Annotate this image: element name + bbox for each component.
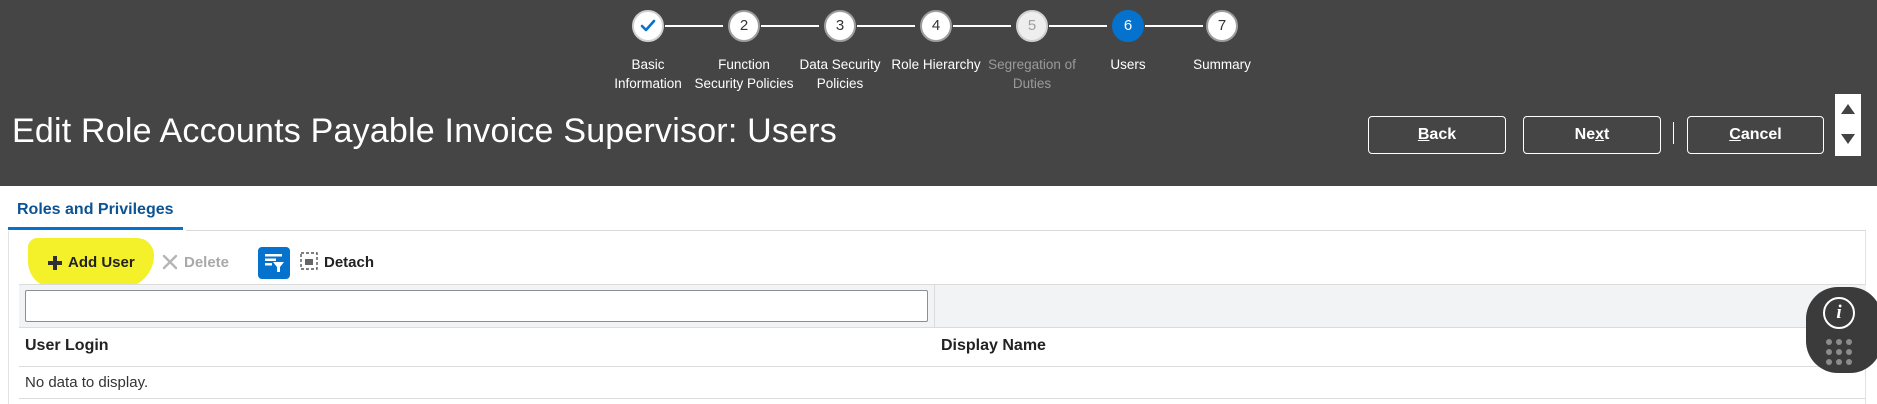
add-user-button[interactable]: Add User	[48, 252, 135, 274]
header-scroller[interactable]	[1835, 94, 1861, 156]
train-step-data-security-policies[interactable]: 3 Data Security Policies	[785, 10, 895, 93]
train-step-label: Data Security Policies	[799, 57, 881, 91]
train-step-label: Summary	[1193, 57, 1251, 72]
page: Basic Information 2 Function Security Poli…	[0, 0, 1877, 404]
train-step-circle[interactable]: 6	[1112, 10, 1144, 42]
detach-button[interactable]: Detach	[300, 252, 374, 274]
grid-dot	[1826, 349, 1832, 355]
table-row-divider	[19, 398, 1866, 399]
train-step-circle[interactable]	[632, 10, 664, 42]
delete-x-icon	[162, 254, 178, 270]
table-header-divider	[19, 366, 1866, 367]
grid-dot	[1846, 339, 1852, 345]
scroll-down-icon[interactable]	[1841, 134, 1855, 144]
plus-icon	[48, 256, 62, 270]
check-icon	[640, 19, 656, 32]
page-header: Basic Information 2 Function Security Poli…	[0, 0, 1877, 186]
back-button[interactable]: Back	[1368, 116, 1506, 154]
button-separator	[1673, 122, 1674, 144]
next-button[interactable]: Next	[1523, 116, 1661, 154]
query-filter-icon	[265, 254, 284, 272]
train-step-label: Function Security Policies	[694, 57, 794, 91]
train-step-segregation-of-duties: 5 Segregation of Duties	[977, 10, 1087, 93]
train-step-label: Segregation of Duties	[988, 57, 1076, 91]
train-step-label: Role Hierarchy	[891, 57, 981, 72]
table-filter-row	[19, 284, 1866, 328]
process-train: Basic Information 2 Function Security Poli…	[0, 0, 1877, 100]
grid-dot	[1826, 359, 1832, 365]
train-step-basic-information[interactable]: Basic Information	[593, 10, 703, 93]
train-step-circle[interactable]: 4	[920, 10, 952, 42]
train-step-summary[interactable]: 7 Summary	[1167, 10, 1277, 74]
train-step-circle[interactable]: 7	[1206, 10, 1238, 42]
grid-dot	[1836, 339, 1842, 345]
query-by-example-button[interactable]	[258, 247, 290, 279]
train-step-circle[interactable]: 2	[728, 10, 760, 42]
column-divider	[934, 285, 935, 327]
column-header-user-login[interactable]: User Login	[25, 337, 109, 355]
cancel-button[interactable]: Cancel	[1687, 116, 1824, 154]
user-login-filter-input[interactable]	[25, 290, 928, 322]
floating-help-widget[interactable]: i	[1806, 287, 1877, 373]
column-header-display-name[interactable]: Display Name	[941, 337, 1046, 355]
tab-roles-and-privileges[interactable]: Roles and Privileges	[8, 196, 183, 230]
page-title: Edit Role Accounts Payable Invoice Super…	[12, 112, 837, 150]
scroll-up-icon[interactable]	[1841, 104, 1855, 114]
empty-table-message: No data to display.	[25, 374, 149, 391]
grid-dot	[1836, 359, 1842, 365]
train-step-function-security-policies[interactable]: 2 Function Security Policies	[689, 10, 799, 93]
train-step-circle: 5	[1016, 10, 1048, 42]
apps-grid-icon[interactable]	[1826, 339, 1852, 365]
grid-dot	[1846, 359, 1852, 365]
info-icon[interactable]: i	[1823, 297, 1855, 329]
detach-icon	[300, 252, 318, 270]
train-step-role-hierarchy[interactable]: 4 Role Hierarchy	[881, 10, 991, 74]
delete-button[interactable]: Delete	[162, 252, 229, 274]
grid-dot	[1826, 339, 1832, 345]
train-step-circle[interactable]: 3	[824, 10, 856, 42]
grid-dot	[1846, 349, 1852, 355]
train-step-label: Basic Information	[614, 57, 682, 91]
grid-dot	[1836, 349, 1842, 355]
